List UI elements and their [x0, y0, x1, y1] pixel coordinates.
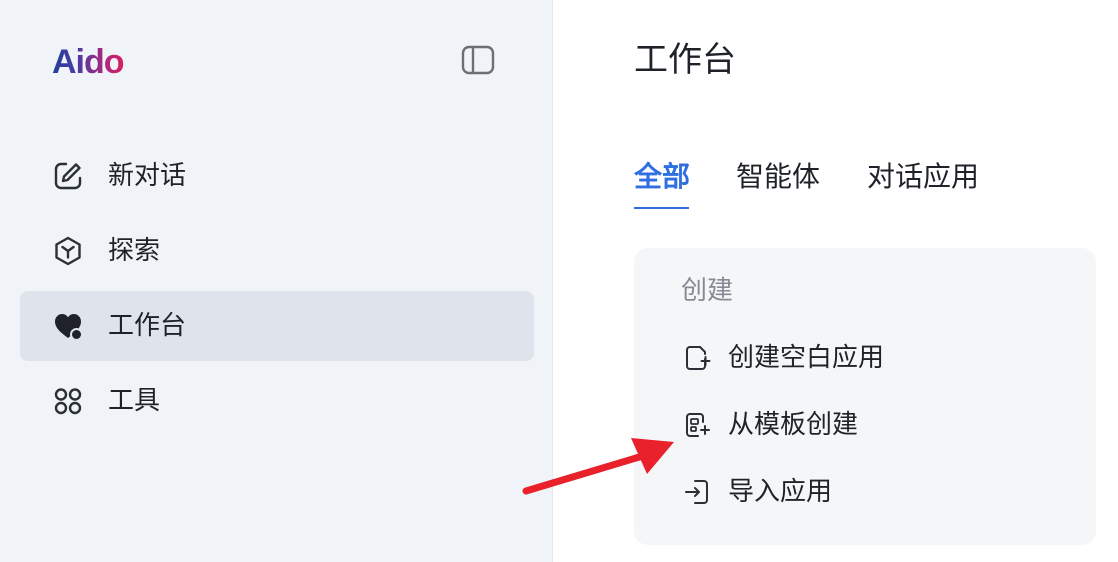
sidebar-nav: 新对话 探索 工作台 工具 — [20, 141, 534, 441]
sidebar: Aido 新对话 探索 工作台 工具 — [0, 0, 553, 562]
active-tab-indicator — [634, 207, 689, 209]
app-logo[interactable]: Aido — [52, 40, 125, 84]
sidebar-item-new-chat[interactable]: 新对话 — [20, 141, 534, 211]
create-heading: 创建 — [681, 276, 734, 306]
create-item-label: 从模板创建 — [728, 410, 859, 440]
import-app-button[interactable]: 导入应用 — [678, 467, 1058, 517]
workbench-heart-icon — [55, 314, 83, 341]
create-item-label: 创建空白应用 — [728, 343, 885, 373]
create-item-label: 导入应用 — [728, 477, 833, 507]
import-icon — [685, 480, 708, 504]
sidebar-toggle-icon — [461, 45, 495, 75]
sidebar-item-label: 探索 — [108, 236, 161, 266]
blank-file-plus-icon — [686, 346, 711, 370]
tools-grid-icon — [54, 388, 82, 415]
tab-chat-apps[interactable]: 对话应用 — [867, 156, 979, 198]
explore-hex-icon — [55, 236, 81, 266]
tab-agents[interactable]: 智能体 — [736, 156, 820, 198]
sidebar-toggle-button[interactable] — [460, 44, 496, 76]
sidebar-item-explore[interactable]: 探索 — [20, 216, 534, 286]
create-from-template-button[interactable]: 从模板创建 — [678, 400, 1058, 450]
create-blank-app-button[interactable]: 创建空白应用 — [678, 333, 1058, 383]
page-title: 工作台 — [634, 40, 736, 80]
sidebar-item-label: 工具 — [108, 386, 161, 416]
tab-all[interactable]: 全部 — [634, 156, 690, 198]
template-plus-icon — [686, 413, 710, 437]
sidebar-item-tools[interactable]: 工具 — [20, 366, 534, 436]
sidebar-item-label: 新对话 — [108, 161, 187, 191]
sidebar-item-label: 工作台 — [108, 311, 187, 341]
sidebar-item-workbench[interactable]: 工作台 — [20, 291, 534, 361]
create-panel: 创建 创建空白应用 从模板创建 导入应用 — [634, 248, 1096, 545]
edit-icon — [54, 162, 82, 190]
